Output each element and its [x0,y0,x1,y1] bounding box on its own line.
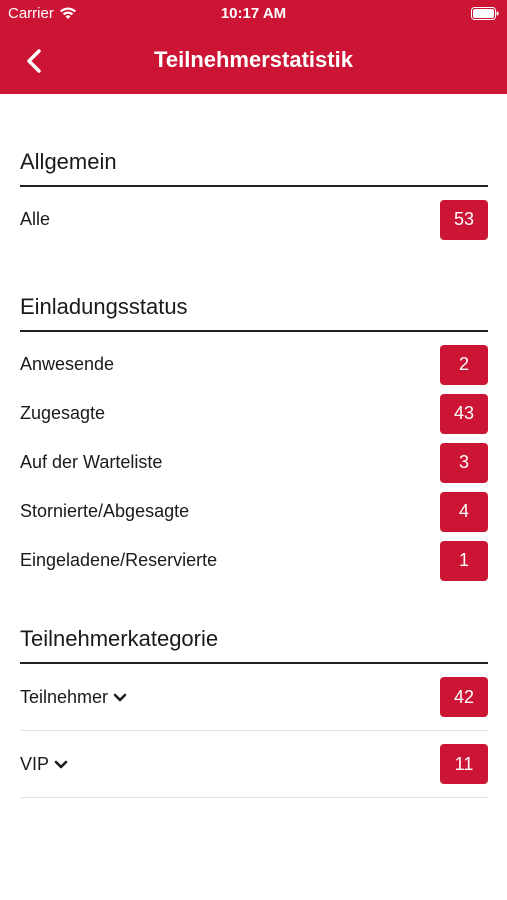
stat-row-accepted: Zugesagte 43 [20,389,488,438]
section-title-general: Allgemein [20,94,488,187]
battery-icon [471,7,499,20]
count-badge: 4 [440,491,488,532]
status-bar: Carrier 10:17 AM [0,0,507,28]
section-title-category: Teilnehmerkategorie [20,585,488,664]
count-badge: 3 [440,442,488,483]
clock: 10:17 AM [220,5,287,22]
navigation-bar: Teilnehmerstatistik [0,28,507,94]
category-label: VIP [20,753,49,774]
stat-row-present: Anwesende 2 [20,340,488,389]
category-row-vip[interactable]: VIP 11 [20,731,488,798]
count-badge: 43 [440,393,488,434]
category-label: Teilnehmer [20,686,109,707]
stat-row-cancelled: Stornierte/Abgesagte 4 [20,487,488,536]
statistics-content: Allgemein Alle 53 Einladungsstatus Anwes… [20,94,488,798]
stat-label: Eingeladene/Reservierte [20,550,218,570]
stat-label: Anwesende [20,354,115,374]
category-label-group: Teilnehmer [20,687,127,708]
category-row-participant[interactable]: Teilnehmer 42 [20,664,488,731]
count-badge: 53 [440,199,488,240]
stat-row-invited: Eingeladene/Reservierte 1 [20,536,488,585]
count-badge: 42 [440,677,488,717]
stat-label: Zugesagte [20,403,106,423]
stat-row-waitlist: Auf der Warteliste 3 [20,438,488,487]
stat-label: Auf der Warteliste [20,452,163,472]
stat-label: Stornierte/Abgesagte [20,501,190,521]
count-badge: 1 [440,540,488,581]
count-badge: 11 [440,744,488,784]
stat-label: Alle [20,209,51,229]
page-title: Teilnehmerstatistik [154,47,353,72]
section-title-invitation: Einladungsstatus [20,244,488,332]
category-label-group: VIP [20,754,68,775]
stat-row-all: Alle 53 [20,195,488,244]
chevron-down-icon[interactable] [113,693,127,703]
count-badge: 2 [440,344,488,385]
chevron-down-icon[interactable] [54,760,68,770]
